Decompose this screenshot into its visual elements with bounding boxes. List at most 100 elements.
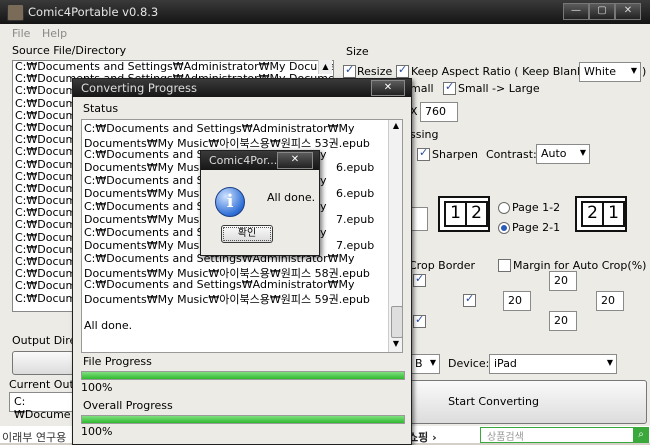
list-scroll-up-icon[interactable]: ▲ xyxy=(318,60,332,74)
current-output-label: Current Out xyxy=(9,378,74,391)
overall-progress-fill xyxy=(82,416,404,423)
format-select-partial[interactable]: B ▼ xyxy=(410,354,440,374)
dialog-close-button[interactable]: ✕ xyxy=(277,152,313,169)
sharpen-label: Sharpen xyxy=(432,148,478,161)
contrast-label: Contrast: xyxy=(486,148,537,161)
keep-aspect-checkbox[interactable] xyxy=(396,63,409,78)
margin-bottom-input[interactable]: 20 xyxy=(549,311,577,331)
margin-top-input[interactable]: 20 xyxy=(549,271,577,291)
file-progress-fill xyxy=(82,372,404,379)
crop-bottom-checkbox[interactable] xyxy=(413,313,426,328)
log-line-tail: 7.epub xyxy=(336,213,375,226)
log-line-tail: y xyxy=(320,174,327,187)
keep-aspect-close-paren: ) xyxy=(642,65,647,78)
log-line: C:₩Documents and Se xyxy=(84,174,211,187)
sharpen-checkbox[interactable] xyxy=(417,146,430,161)
log-line-tail: 6.epub xyxy=(336,187,375,200)
converting-progress-window: Converting Progress ✕ Status C:₩Document… xyxy=(72,78,412,445)
device-label: Device: xyxy=(448,357,490,370)
log-line-tail: y xyxy=(320,200,327,213)
log-line: Documents₩My Music xyxy=(84,239,209,252)
log-line: Documents₩My Music xyxy=(84,213,209,226)
file-progress-bar xyxy=(81,371,405,380)
progress-window-title: Converting Progress xyxy=(81,81,197,95)
search-icon[interactable]: ⌕ xyxy=(633,427,649,443)
log-line: C:₩Documents and Se xyxy=(84,226,211,239)
current-output-field[interactable]: C:₩Docume xyxy=(9,392,73,421)
scroll-up-icon[interactable]: ▲ xyxy=(390,121,402,133)
small-to-large-label: Small -> Large xyxy=(458,82,540,95)
page-2-1-label: Page 2-1 xyxy=(512,221,561,234)
status-scrollbar[interactable]: ▲ ▼ xyxy=(388,120,402,352)
log-done-line: All done. xyxy=(84,319,133,332)
file-progress-value: 100% xyxy=(81,381,113,394)
log-line: Documents₩My Music₩아이북스용₩원피스 59권.epub xyxy=(84,293,370,306)
small-label-partial: mall xyxy=(410,82,434,95)
chevron-down-icon: ▼ xyxy=(630,66,637,75)
source-label: Source File/Directory xyxy=(12,44,127,57)
margin-right-input[interactable]: 20 xyxy=(596,291,624,311)
chevron-down-icon: ▼ xyxy=(579,148,586,157)
overall-progress-label: Overall Progress xyxy=(83,399,173,412)
margin-left-input[interactable]: 20 xyxy=(503,291,531,311)
output-dir-label: Output Dire xyxy=(12,334,77,347)
device-select[interactable]: iPad ▼ xyxy=(489,354,617,374)
output-dir-button[interactable] xyxy=(12,351,74,375)
ok-button[interactable]: 확인 xyxy=(221,225,273,243)
close-button[interactable]: ✕ xyxy=(615,3,641,20)
menu-bar: File Help xyxy=(0,26,650,42)
log-line: C:₩Documents and Settings₩Administrator₩… xyxy=(84,122,355,135)
crop-right-checkbox[interactable] xyxy=(463,292,476,307)
keep-blank-select[interactable]: White ▼ xyxy=(579,62,641,82)
height-input[interactable]: 760 xyxy=(420,102,458,122)
log-line: C:₩Documents and Se xyxy=(84,200,211,213)
menu-file[interactable]: File xyxy=(12,27,30,40)
log-line-tail: y xyxy=(320,226,327,239)
crop-top-checkbox[interactable] xyxy=(413,272,426,287)
crop-border-label: Crop Border xyxy=(409,259,476,272)
contrast-select[interactable]: Auto ▼ xyxy=(536,144,590,164)
status-label: Status xyxy=(83,102,119,115)
progress-close-button[interactable]: ✕ xyxy=(371,80,405,96)
margin-checkbox[interactable] xyxy=(498,259,511,272)
log-line-tail: 6.epub xyxy=(336,161,375,174)
main-titlebar[interactable]: Comic4Portable v0.8.3 — ▢ ✕ xyxy=(0,0,650,24)
small-to-large-checkbox[interactable] xyxy=(443,80,456,95)
log-line: C:₩Documents and Se xyxy=(84,148,211,161)
overall-progress-value: 100% xyxy=(81,425,113,438)
minimize-button[interactable]: — xyxy=(563,3,589,20)
log-line-tail: 7.epub xyxy=(336,239,375,252)
log-line: Documents₩My Music xyxy=(84,161,209,174)
log-line-tail: y xyxy=(320,148,327,161)
page-2-1-icon: 21 xyxy=(575,196,627,232)
overall-progress-bar xyxy=(81,415,405,424)
info-icon: i xyxy=(215,187,245,217)
page-1-2-radio[interactable] xyxy=(498,202,510,214)
keep-aspect-label: Keep Aspect Ratio ( Keep Blank: xyxy=(411,65,588,78)
page-1-2-icon: 12 xyxy=(438,196,490,232)
file-progress-label: File Progress xyxy=(83,355,152,368)
resize-checkbox[interactable] xyxy=(343,63,356,78)
processing-label: ssing xyxy=(410,128,439,141)
margin-label: Margin for Auto Crop(%) xyxy=(513,259,647,272)
size-label: Size xyxy=(346,45,369,58)
app-icon xyxy=(7,4,24,21)
dialog-title: Comic4Por... xyxy=(209,154,278,167)
page-2-1-radio[interactable] xyxy=(498,222,510,234)
product-search-input[interactable]: 상품검색 xyxy=(480,427,634,443)
log-line: Documents₩My Music xyxy=(84,187,209,200)
chevron-down-icon: ▼ xyxy=(429,358,436,367)
scroll-down-icon[interactable]: ▼ xyxy=(390,339,402,351)
dialog-titlebar[interactable]: Comic4Por... ✕ xyxy=(201,151,319,170)
scroll-thumb[interactable] xyxy=(391,306,402,338)
log-line: C:₩Documents and Settings₩Administrator₩… xyxy=(84,278,355,291)
maximize-button[interactable]: ▢ xyxy=(589,3,615,20)
menu-help[interactable]: Help xyxy=(42,27,67,40)
page-1-2-label: Page 1-2 xyxy=(512,201,561,214)
dialog-message: All done. xyxy=(267,191,316,204)
all-done-dialog: Comic4Por... ✕ i All done. 확인 xyxy=(200,150,320,256)
resize-label: Resize xyxy=(357,65,393,78)
progress-titlebar[interactable]: Converting Progress ✕ xyxy=(73,79,411,97)
chevron-down-icon: ▼ xyxy=(606,358,613,367)
main-window-title: Comic4Portable v0.8.3 xyxy=(28,5,159,19)
